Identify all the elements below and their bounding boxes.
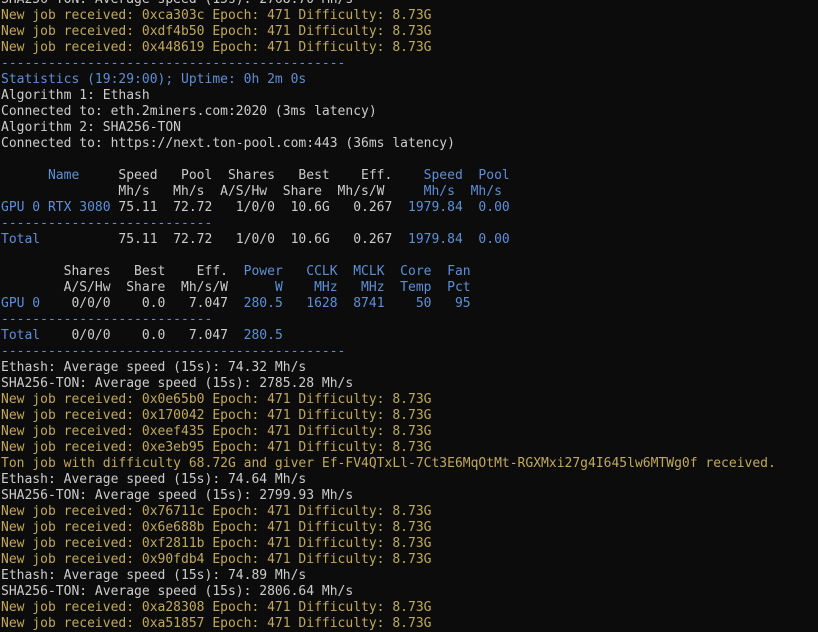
log-line: Ethash: Average speed (15s): 74.64 Mh/s <box>1 472 818 488</box>
log-text: Ethash: Average speed (15s): 74.64 Mh/s <box>1 472 307 487</box>
log-line: SHA256-TON: Average speed (15s): 2799.93… <box>1 488 818 504</box>
log-line: ----------------------------------------… <box>1 56 818 72</box>
log-text: Connected to: https://next.ton-pool.com:… <box>1 136 455 151</box>
log-line: Algorithm 2: SHA256-TON <box>1 120 818 136</box>
log-text: New job received: 0xca303c Epoch: 471 Di… <box>1 8 432 23</box>
log-line: New job received: 0x90fdb4 Epoch: 471 Di… <box>1 552 818 568</box>
log-line: Ton job with difficulty 68.72G and giver… <box>1 456 818 472</box>
log-text: SHA256-TON: Average speed (15s): 2799.93… <box>1 488 354 503</box>
log-line: New job received: 0x76711c Epoch: 471 Di… <box>1 504 818 520</box>
log-text: Total <box>1 232 41 247</box>
log-text: Shares Best Eff. <box>1 264 244 279</box>
log-text: New job received: 0x448619 Epoch: 471 Di… <box>1 40 432 55</box>
log-line: ----------------------------------------… <box>1 344 818 360</box>
log-text: 280.5 <box>243 328 283 343</box>
log-text: Mh/s Mh/s A/S/Hw Share Mh/s/W <box>1 184 385 199</box>
log-line: New job received: 0xca303c Epoch: 471 Di… <box>1 8 818 24</box>
log-text: New job received: 0x76711c Epoch: 471 Di… <box>1 504 432 519</box>
log-text: ----------------------------------------… <box>1 56 346 71</box>
log-text: 75.11 72.72 1/0/0 10.6G 0.267 <box>110 200 393 215</box>
log-text: New job received: 0x170042 Epoch: 471 Di… <box>1 408 432 423</box>
log-text: Power CCLK MCLK Core Fan <box>243 264 471 279</box>
log-text: Ethash: Average speed (15s): 74.89 Mh/s <box>1 568 307 583</box>
log-text: 1979.84 0.00 <box>392 200 510 215</box>
log-line: SHA256-TON: Average speed (15s): 2785.28… <box>1 376 818 392</box>
log-line: GPU 0 RTX 3080 75.11 72.72 1/0/0 10.6G 0… <box>1 200 818 216</box>
log-text: A/S/Hw Share Mh/s/W <box>1 280 244 295</box>
log-text: New job received: 0xe3eb95 Epoch: 471 Di… <box>1 440 432 455</box>
log-line: New job received: 0xeef435 Epoch: 471 Di… <box>1 424 818 440</box>
log-text: --------------------------- <box>1 216 213 231</box>
log-text: ----------------------------------------… <box>1 344 346 359</box>
log-line: Total 75.11 72.72 1/0/0 10.6G 0.267 1979… <box>1 232 818 248</box>
log-text: GPU 0 <box>1 296 41 311</box>
log-text: GPU 0 RTX 3080 <box>1 200 111 215</box>
log-text: New job received: 0xa28308 Epoch: 471 Di… <box>1 600 432 615</box>
log-line: New job received: 0x170042 Epoch: 471 Di… <box>1 408 818 424</box>
log-line: New job received: 0xa51857 Epoch: 471 Di… <box>1 616 818 632</box>
log-text: New job received: 0xa51857 Epoch: 471 Di… <box>1 616 432 631</box>
log-text: 1979.84 0.00 <box>392 232 510 247</box>
log-line: Mh/s Mh/s A/S/Hw Share Mh/s/W Mh/s Mh/s <box>1 184 818 200</box>
log-line: Ethash: Average speed (15s): 74.32 Mh/s <box>1 360 818 376</box>
log-line: Shares Best Eff. Power CCLK MCLK Core Fa… <box>1 264 818 280</box>
log-line: Statistics (19:29:00); Uptime: 0h 2m 0s <box>1 72 818 88</box>
log-text: Ton job with difficulty 68.72G and giver… <box>1 456 776 471</box>
log-text: Name <box>1 168 119 183</box>
log-line: New job received: 0x6e688b Epoch: 471 Di… <box>1 520 818 536</box>
log-text: 0/0/0 0.0 7.047 <box>40 296 244 311</box>
log-text: 75.11 72.72 1/0/0 10.6G 0.267 <box>40 232 393 247</box>
log-line: Total 0/0/0 0.0 7.047 280.5 <box>1 328 818 344</box>
log-text: New job received: 0x0e65b0 Epoch: 471 Di… <box>1 392 432 407</box>
log-line: New job received: 0xe3eb95 Epoch: 471 Di… <box>1 440 818 456</box>
log-text: Connected to: eth.2miners.com:2020 (3ms … <box>1 104 377 119</box>
terminal-output[interactable]: SHA256-TON: Average speed (15s): 2768.70… <box>1 0 818 632</box>
log-text: Statistics (19:29:00); Uptime: 0h 2m 0s <box>1 72 307 87</box>
log-line: SHA256-TON: Average speed (15s): 2806.64… <box>1 584 818 600</box>
log-line: New job received: 0xf2811b Epoch: 471 Di… <box>1 536 818 552</box>
log-line: --------------------------- <box>1 216 818 232</box>
log-line: Name Speed Pool Shares Best Eff. Speed P… <box>1 168 818 184</box>
log-line: A/S/Hw Share Mh/s/W W MHz MHz Temp Pct <box>1 280 818 296</box>
log-text: --------------------------- <box>1 312 213 327</box>
log-text: Algorithm 2: SHA256-TON <box>1 120 182 135</box>
log-text: W MHz MHz Temp Pct <box>243 280 471 295</box>
log-text: Algorithm 1: Ethash <box>1 88 150 103</box>
log-text: New job received: 0x90fdb4 Epoch: 471 Di… <box>1 552 432 567</box>
log-text: Speed Pool Shares Best Eff. <box>118 168 393 183</box>
log-line: Algorithm 1: Ethash <box>1 88 818 104</box>
log-line: Connected to: eth.2miners.com:2020 (3ms … <box>1 104 818 120</box>
log-text: New job received: 0xeef435 Epoch: 471 Di… <box>1 424 432 439</box>
log-text: Total <box>1 328 41 343</box>
log-text: New job received: 0xdf4b50 Epoch: 471 Di… <box>1 24 432 39</box>
log-text: Speed Pool <box>392 168 510 183</box>
log-text: SHA256-TON: Average speed (15s): 2806.64… <box>1 584 354 599</box>
log-text: New job received: 0x6e688b Epoch: 471 Di… <box>1 520 432 535</box>
log-line: New job received: 0xdf4b50 Epoch: 471 Di… <box>1 24 818 40</box>
log-text: New job received: 0xf2811b Epoch: 471 Di… <box>1 536 432 551</box>
log-line: SHA256-TON: Average speed (15s): 2768.70… <box>1 0 818 8</box>
log-text: SHA256-TON: Average speed (15s): 2768.70… <box>1 0 353 7</box>
log-line: GPU 0 0/0/0 0.0 7.047 280.5 1628 8741 50… <box>1 296 818 312</box>
log-line: New job received: 0xa28308 Epoch: 471 Di… <box>1 600 818 616</box>
log-line: Ethash: Average speed (15s): 74.89 Mh/s <box>1 568 818 584</box>
log-line: New job received: 0x0e65b0 Epoch: 471 Di… <box>1 392 818 408</box>
log-line: Connected to: https://next.ton-pool.com:… <box>1 136 818 152</box>
log-text: Ethash: Average speed (15s): 74.32 Mh/s <box>1 360 307 375</box>
log-text: 280.5 1628 8741 50 95 <box>243 296 471 311</box>
log-text: SHA256-TON: Average speed (15s): 2785.28… <box>1 376 354 391</box>
log-line: --------------------------- <box>1 312 818 328</box>
log-line: New job received: 0x448619 Epoch: 471 Di… <box>1 40 818 56</box>
log-text: 0/0/0 0.0 7.047 <box>40 328 244 343</box>
log-text: Mh/s Mh/s <box>384 184 502 199</box>
